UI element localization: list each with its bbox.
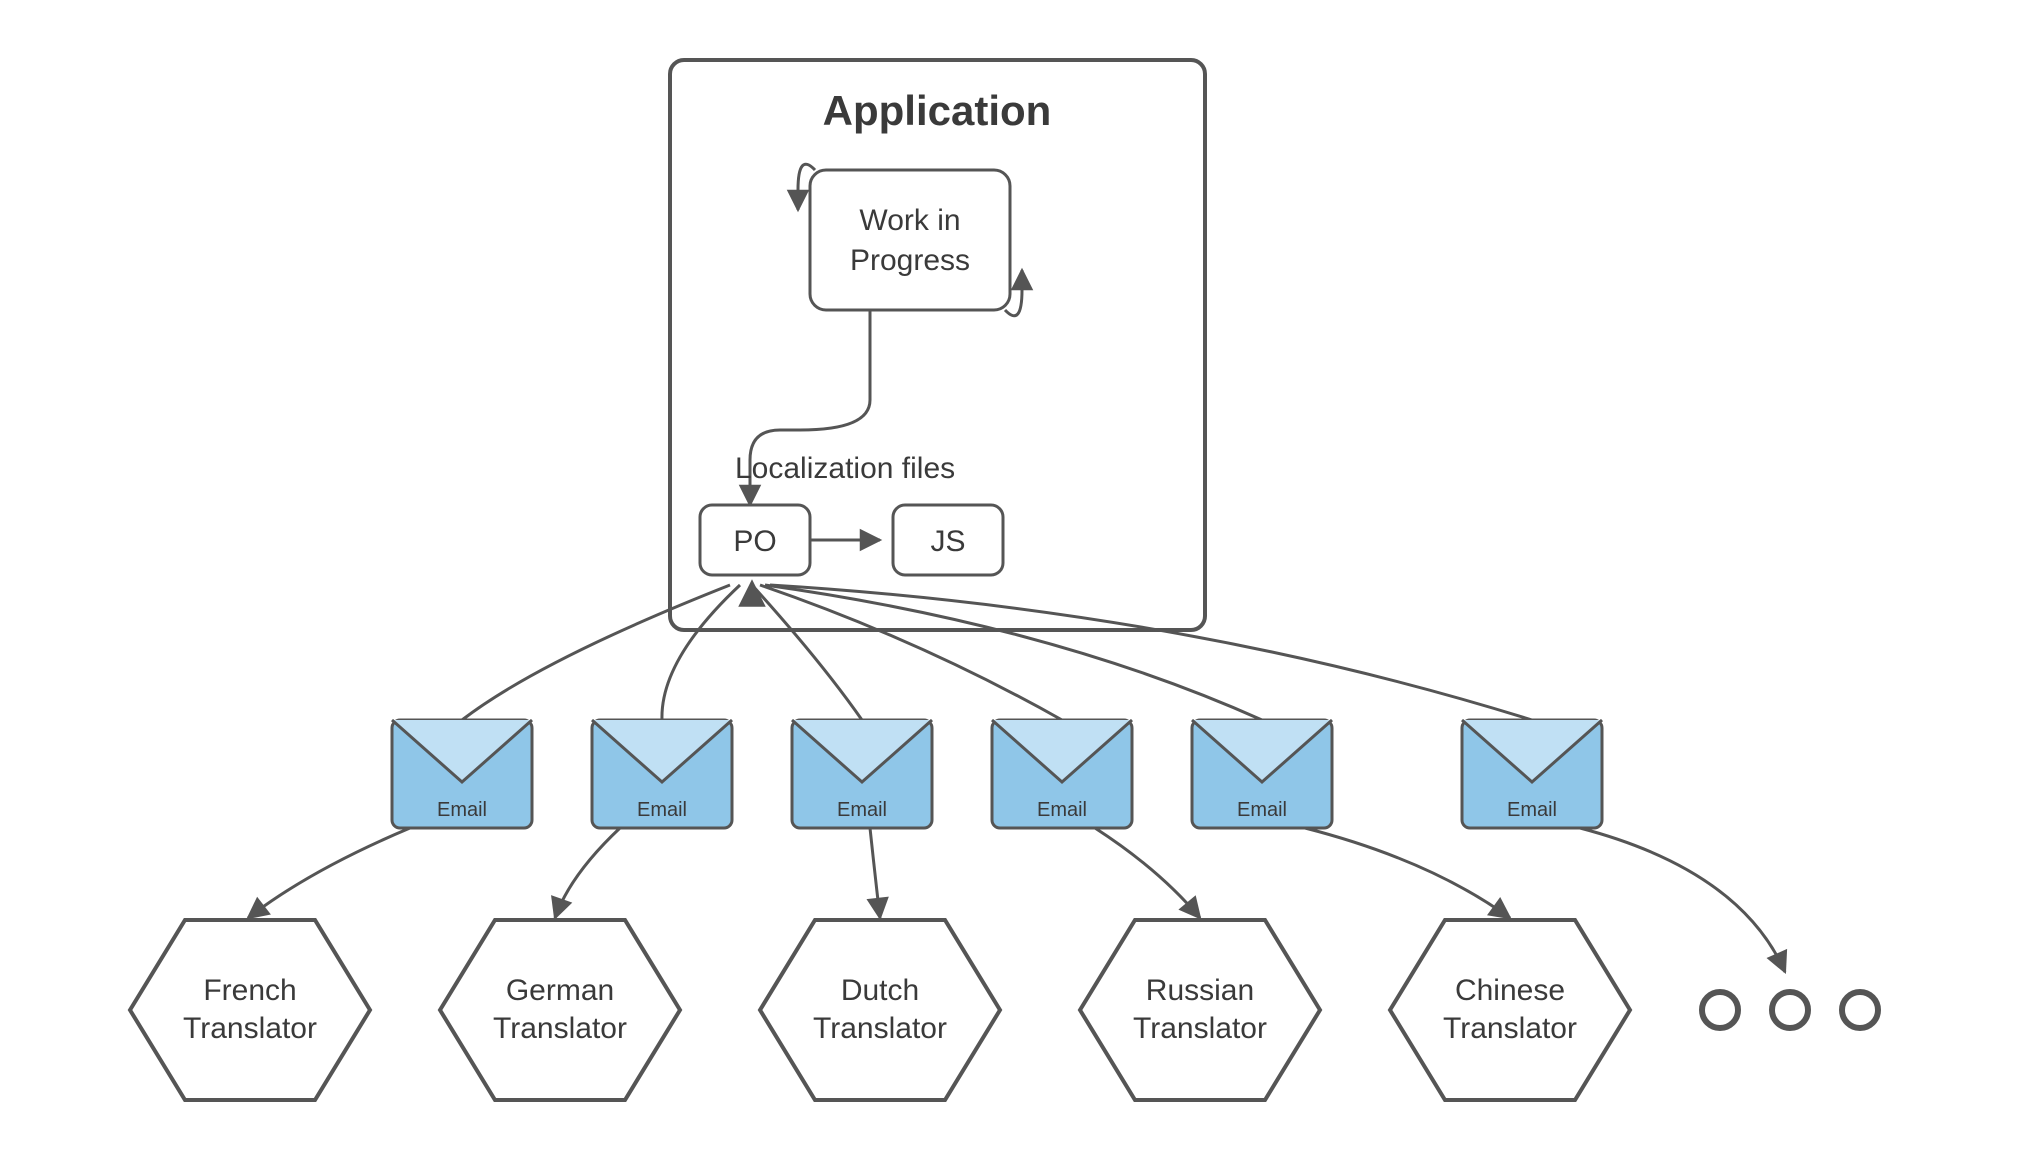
work-in-progress-box: Work in Progress	[810, 170, 1010, 310]
email-label-6: Email	[1507, 799, 1557, 821]
po-box: PO	[700, 505, 810, 575]
arrow-env6-ellipsis	[1580, 828, 1785, 972]
arrow-env5-hex5	[1305, 828, 1510, 918]
email-envelope-4: Email	[992, 720, 1132, 828]
translator-hex-dutch: Dutch Translator	[760, 920, 1000, 1100]
po-label: PO	[733, 525, 776, 558]
translator-row: French Translator German Translator Dutc…	[130, 920, 1878, 1100]
ellipsis-icon	[1702, 992, 1878, 1028]
translator-hex-russian: Russian Translator	[1080, 920, 1320, 1100]
wip-line1: Work in	[859, 204, 960, 237]
translator-hex-chinese: Chinese Translator	[1390, 920, 1630, 1100]
js-box: JS	[893, 505, 1003, 575]
arrow-env1-hex1	[248, 828, 410, 918]
translator-hex-german: German Translator	[440, 920, 680, 1100]
localization-label: Localization files	[735, 452, 955, 485]
translator-5-line2: Translator	[1443, 1012, 1577, 1045]
envelope-row: Email Email Email Email Email	[392, 720, 1602, 828]
arrow-env4-hex4	[1095, 828, 1200, 918]
translator-3-line1: Dutch	[841, 974, 919, 1007]
translator-hex-french: French Translator	[130, 920, 370, 1100]
email-envelope-6: Email	[1462, 720, 1602, 828]
email-label-4: Email	[1037, 799, 1087, 821]
application-title: Application	[823, 87, 1052, 134]
email-label-2: Email	[637, 799, 687, 821]
arrow-env2-hex2	[555, 828, 620, 918]
translator-3-line2: Translator	[813, 1012, 947, 1045]
email-label-1: Email	[437, 799, 487, 821]
wip-line2: Progress	[850, 244, 970, 277]
translator-2-line2: Translator	[493, 1012, 627, 1045]
translator-1-line1: French	[203, 974, 296, 1007]
application-box: Application Work in Progress Localizatio…	[670, 60, 1205, 630]
translator-4-line2: Translator	[1133, 1012, 1267, 1045]
translator-1-line2: Translator	[183, 1012, 317, 1045]
email-label-3: Email	[837, 799, 887, 821]
translator-5-line1: Chinese	[1455, 974, 1565, 1007]
email-label-5: Email	[1237, 799, 1287, 821]
email-envelope-2: Email	[592, 720, 732, 828]
arrow-env3-hex3	[870, 828, 880, 918]
translator-2-line1: German	[506, 974, 614, 1007]
translator-4-line1: Russian	[1146, 974, 1254, 1007]
email-envelope-1: Email	[392, 720, 532, 828]
email-envelope-5: Email	[1192, 720, 1332, 828]
email-envelope-3: Email	[792, 720, 932, 828]
js-label: JS	[930, 525, 965, 558]
